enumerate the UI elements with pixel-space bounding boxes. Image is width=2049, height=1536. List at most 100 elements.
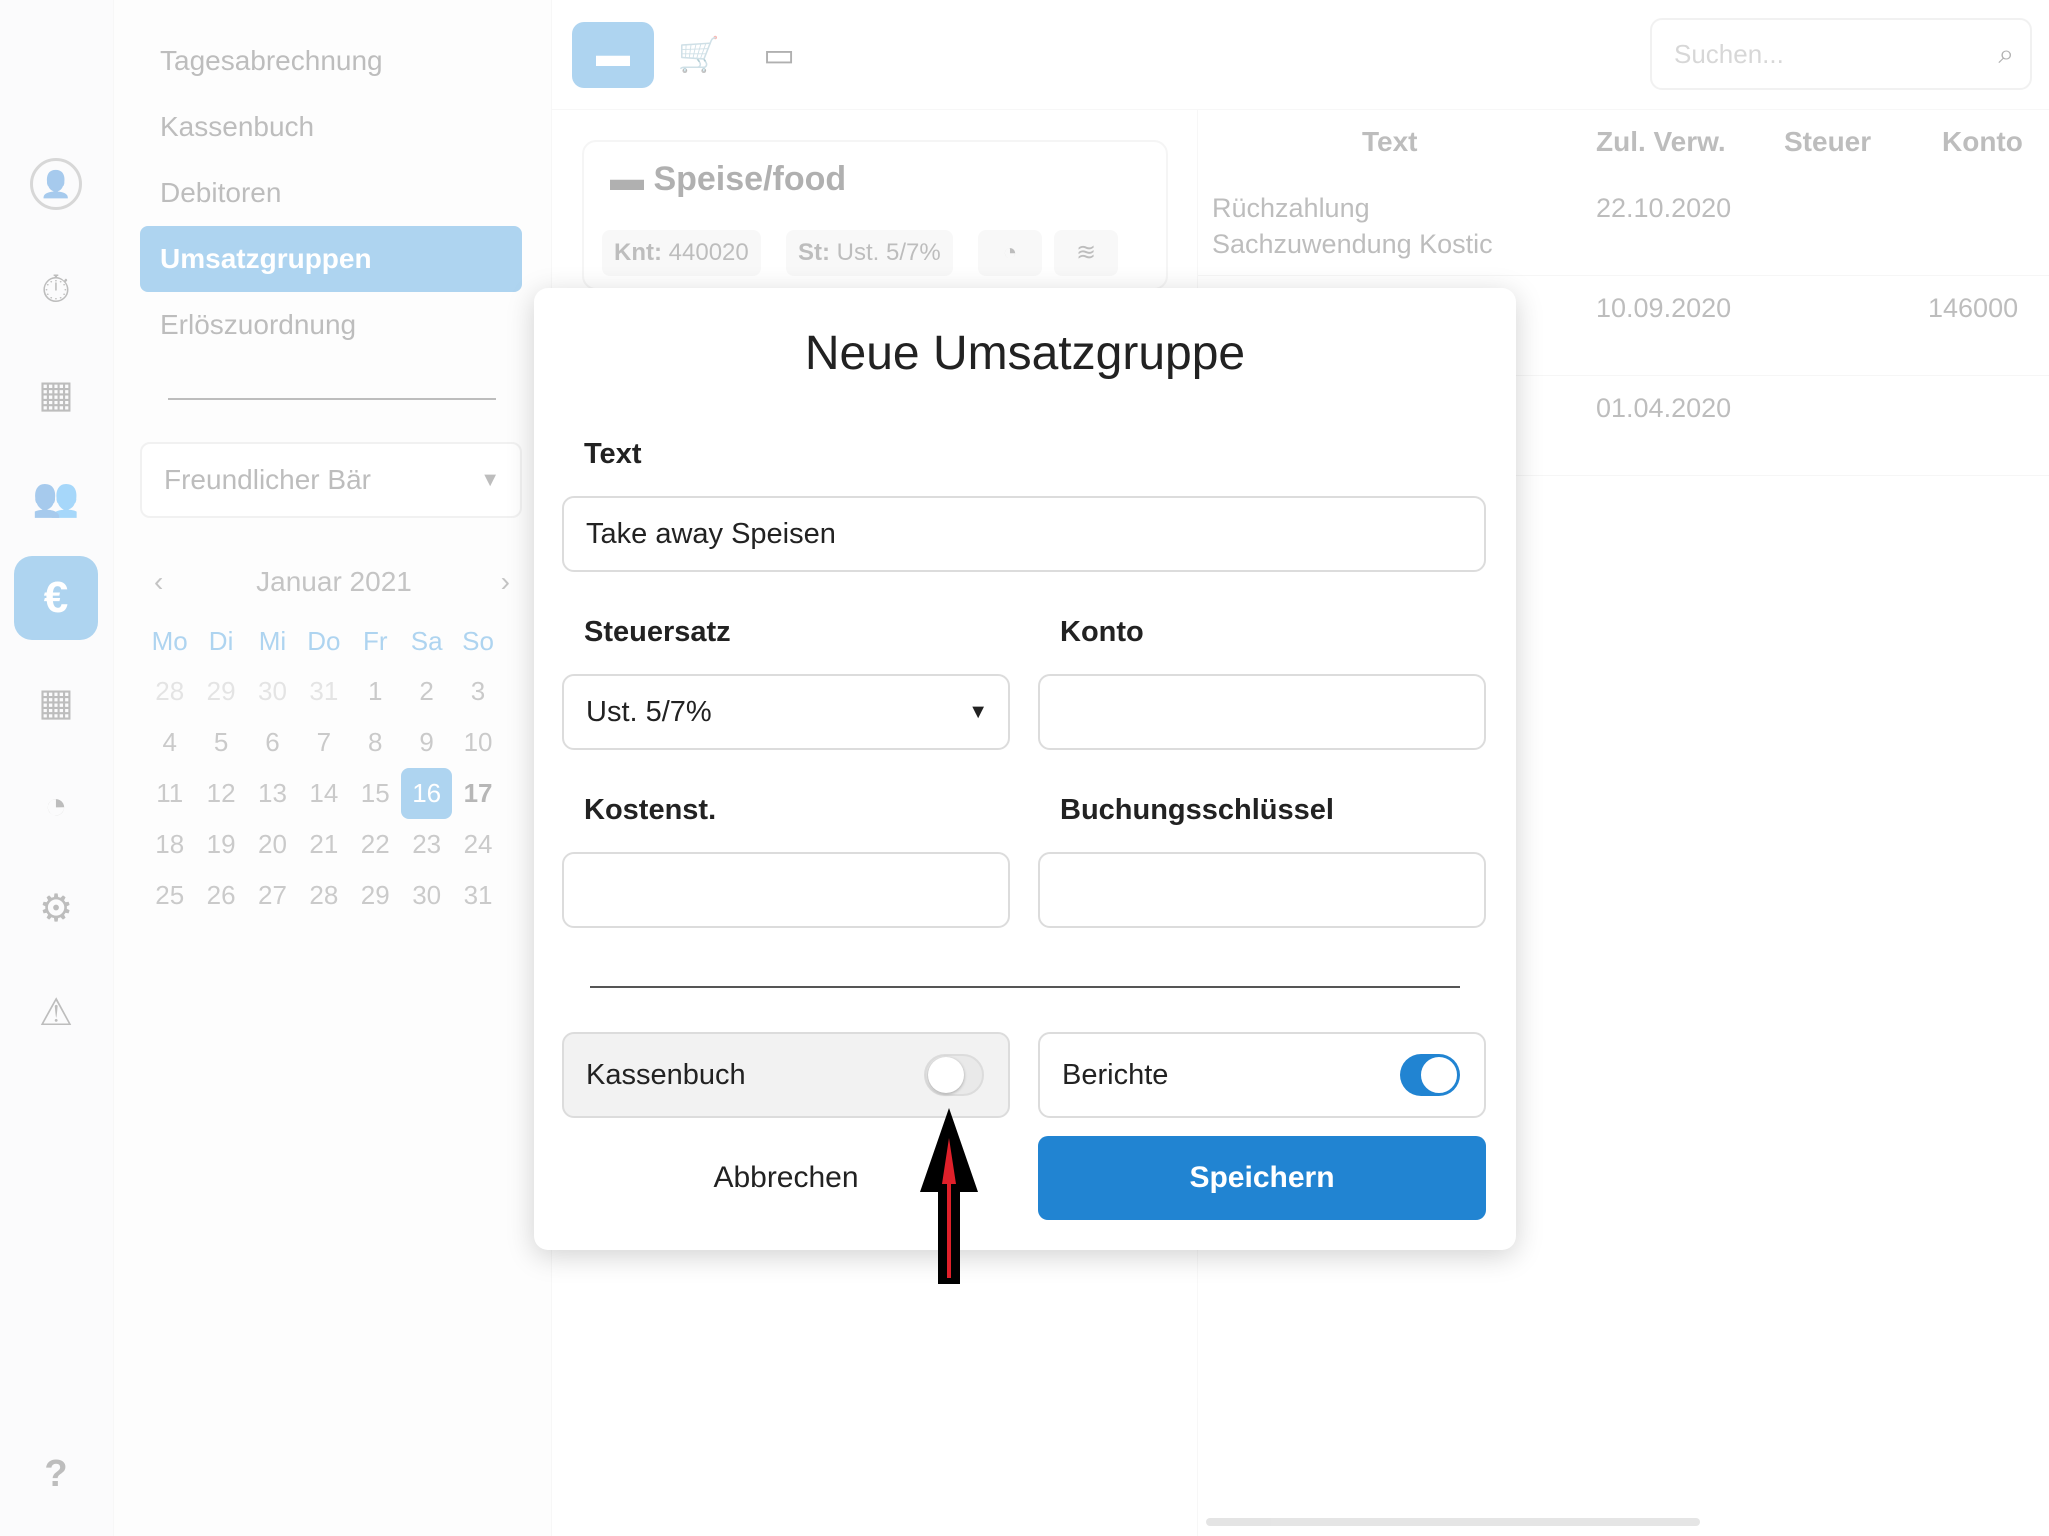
calendar-weekday: Di xyxy=(208,626,234,656)
calendar-day[interactable]: 20 xyxy=(247,819,298,870)
text-input[interactable]: Take away Speisen xyxy=(562,496,1486,572)
subnav-item-debitoren[interactable]: Debitoren xyxy=(140,160,522,226)
toggle-knob xyxy=(1421,1057,1457,1093)
calendar-day[interactable]: 10 xyxy=(452,717,503,768)
coins-icon[interactable]: ≋ xyxy=(1054,230,1118,276)
calendar-day[interactable]: 14 xyxy=(298,768,349,819)
users-icon[interactable]: 👥 xyxy=(14,456,98,540)
calendar-icon[interactable]: ▦ xyxy=(14,660,98,744)
calendar-day[interactable]: 6 xyxy=(247,717,298,768)
calendar-day[interactable]: 28 xyxy=(144,666,195,717)
search-input[interactable]: Suchen... ⌕ xyxy=(1650,18,2032,90)
subnav-item-umsatzgruppen[interactable]: Umsatzgruppen xyxy=(140,226,522,292)
account-label: Konto xyxy=(1060,616,1144,648)
chevron-left-icon[interactable]: ‹ xyxy=(154,560,163,604)
dialog-title: Neue Umsatzgruppe xyxy=(804,327,1246,380)
calendar-day[interactable]: 17 xyxy=(452,768,503,819)
calendar-day[interactable]: 31 xyxy=(452,870,503,921)
calendar-day[interactable]: 18 xyxy=(144,819,195,870)
calendar-day[interactable]: 8 xyxy=(350,717,401,768)
pie-chart-icon[interactable]: ◔ xyxy=(978,230,1042,276)
calendar-day[interactable]: 2 xyxy=(401,666,452,717)
table-icon[interactable]: ▦ xyxy=(14,352,98,436)
calendar-weekday: So xyxy=(462,626,494,656)
search-icon: ⌕ xyxy=(1998,38,2014,69)
column-header-tax[interactable]: Steuer xyxy=(1784,126,1871,158)
calendar-day[interactable]: 15 xyxy=(350,768,401,819)
calendar-weekday: Sa xyxy=(410,626,443,656)
calendar-weekday: Fr xyxy=(362,626,388,656)
subnav-item-tagesabrechnung[interactable]: Tagesabrechnung xyxy=(140,28,522,94)
calendar-day[interactable]: 22 xyxy=(350,819,401,870)
calendar-grid: Mo Di Mi Do Fr Sa So 28 29 30 31 1 2 3 4 5 6 7 8 9 10 11 12 13 1… xyxy=(144,616,524,921)
cashbook-toggle-label: Kassenbuch xyxy=(586,1059,746,1091)
calendar-day[interactable]: 30 xyxy=(247,666,298,717)
warning-icon[interactable]: ⚠ xyxy=(14,970,98,1054)
calendar-day[interactable]: 21 xyxy=(298,819,349,870)
cashbook-toggle[interactable] xyxy=(924,1054,984,1096)
reports-toggle-label: Berichte xyxy=(1062,1059,1169,1091)
reports-toggle[interactable] xyxy=(1400,1054,1460,1096)
new-group-dialog: Neue Umsatzgruppe Text Take away Speisen… xyxy=(534,288,1516,1250)
calendar: ‹ Januar 2021 › Mo Di Mi Do Fr Sa So 28 29 30 31 1 2… xyxy=(144,560,524,921)
table-row[interactable]: Rüchzahlung Sachzuwendung Kostic 22.10.2… xyxy=(1198,176,2049,276)
calendar-day[interactable]: 13 xyxy=(247,768,298,819)
calendar-day[interactable]: 30 xyxy=(401,870,452,921)
calendar-day[interactable]: 23 xyxy=(401,819,452,870)
row-date: 01.04.2020 xyxy=(1596,393,1732,423)
calendar-day[interactable]: 4 xyxy=(144,717,195,768)
tax-rate-select[interactable]: Ust. 5/7% ▼ xyxy=(562,674,1010,750)
calendar-day[interactable]: 1 xyxy=(350,666,401,717)
cart-icon[interactable]: 🛒 xyxy=(658,22,740,88)
group-card[interactable]: ▬ Speise/food Knt: 440020 St: Ust. 5/7% … xyxy=(582,140,1168,290)
euro-icon[interactable]: € xyxy=(14,556,98,640)
calendar-day[interactable]: 31 xyxy=(298,666,349,717)
column-header-text[interactable]: Text xyxy=(1362,126,1418,158)
account-input[interactable] xyxy=(1038,674,1486,750)
steuer-chip-label: St: xyxy=(798,239,830,266)
profile-icon[interactable]: 👤 xyxy=(14,142,98,226)
save-button[interactable]: Speichern xyxy=(1038,1136,1486,1220)
calendar-day[interactable]: 3 xyxy=(452,666,503,717)
horizontal-scrollbar[interactable] xyxy=(1206,1518,1700,1526)
row-text: Rüchzahlung Sachzuwendung Kostic xyxy=(1212,190,1493,262)
calendar-day[interactable]: 19 xyxy=(195,819,246,870)
calendar-day[interactable]: 9 xyxy=(401,717,452,768)
subnav-item-kassenbuch[interactable]: Kassenbuch xyxy=(140,94,522,160)
gear-icon[interactable]: ⚙ xyxy=(14,866,98,950)
annotation-arrow-icon xyxy=(920,1108,978,1284)
calendar-day[interactable]: 29 xyxy=(350,870,401,921)
calendar-day[interactable]: 29 xyxy=(195,666,246,717)
calendar-day[interactable]: 7 xyxy=(298,717,349,768)
subnav-divider xyxy=(168,398,496,400)
tax-rate-value: Ust. 5/7% xyxy=(586,696,712,728)
subnav-item-erloeszuordnung[interactable]: Erlöszuordnung xyxy=(140,292,522,358)
credit-card-icon[interactable]: ▭ xyxy=(738,22,820,88)
calendar-day[interactable]: 5 xyxy=(195,717,246,768)
venue-select[interactable]: Freundlicher Bär ▼ xyxy=(140,442,522,518)
calendar-day[interactable]: 12 xyxy=(195,768,246,819)
calendar-day[interactable]: 26 xyxy=(195,870,246,921)
cost-center-input[interactable] xyxy=(562,852,1010,928)
cash-icon: ▬ xyxy=(610,160,654,198)
calendar-day[interactable]: 11 xyxy=(144,768,195,819)
calendar-weekday: Mi xyxy=(258,626,287,656)
booking-key-input[interactable] xyxy=(1038,852,1486,928)
help-icon[interactable]: ? xyxy=(14,1432,98,1516)
toggle-knob xyxy=(928,1057,964,1093)
cash-icon[interactable]: ▬ xyxy=(572,22,654,88)
calendar-day[interactable]: 25 xyxy=(144,870,195,921)
calendar-day[interactable]: 24 xyxy=(452,819,503,870)
calendar-header: ‹ Januar 2021 › xyxy=(144,560,524,604)
column-header-account[interactable]: Konto xyxy=(1942,126,2023,158)
calendar-day-selected[interactable]: 16 xyxy=(400,768,453,819)
text-input-value: Take away Speisen xyxy=(586,518,836,550)
column-header-date[interactable]: Zul. Verw. xyxy=(1596,126,1726,158)
stopwatch-icon[interactable]: ⏱ xyxy=(14,248,98,332)
calendar-day[interactable]: 28 xyxy=(298,870,349,921)
konto-chip-label: Knt: xyxy=(614,239,662,266)
chevron-right-icon[interactable]: › xyxy=(501,560,510,604)
pie-chart-icon[interactable]: ◔ xyxy=(14,764,98,848)
search-placeholder: Suchen... xyxy=(1674,39,1784,69)
calendar-day[interactable]: 27 xyxy=(247,870,298,921)
